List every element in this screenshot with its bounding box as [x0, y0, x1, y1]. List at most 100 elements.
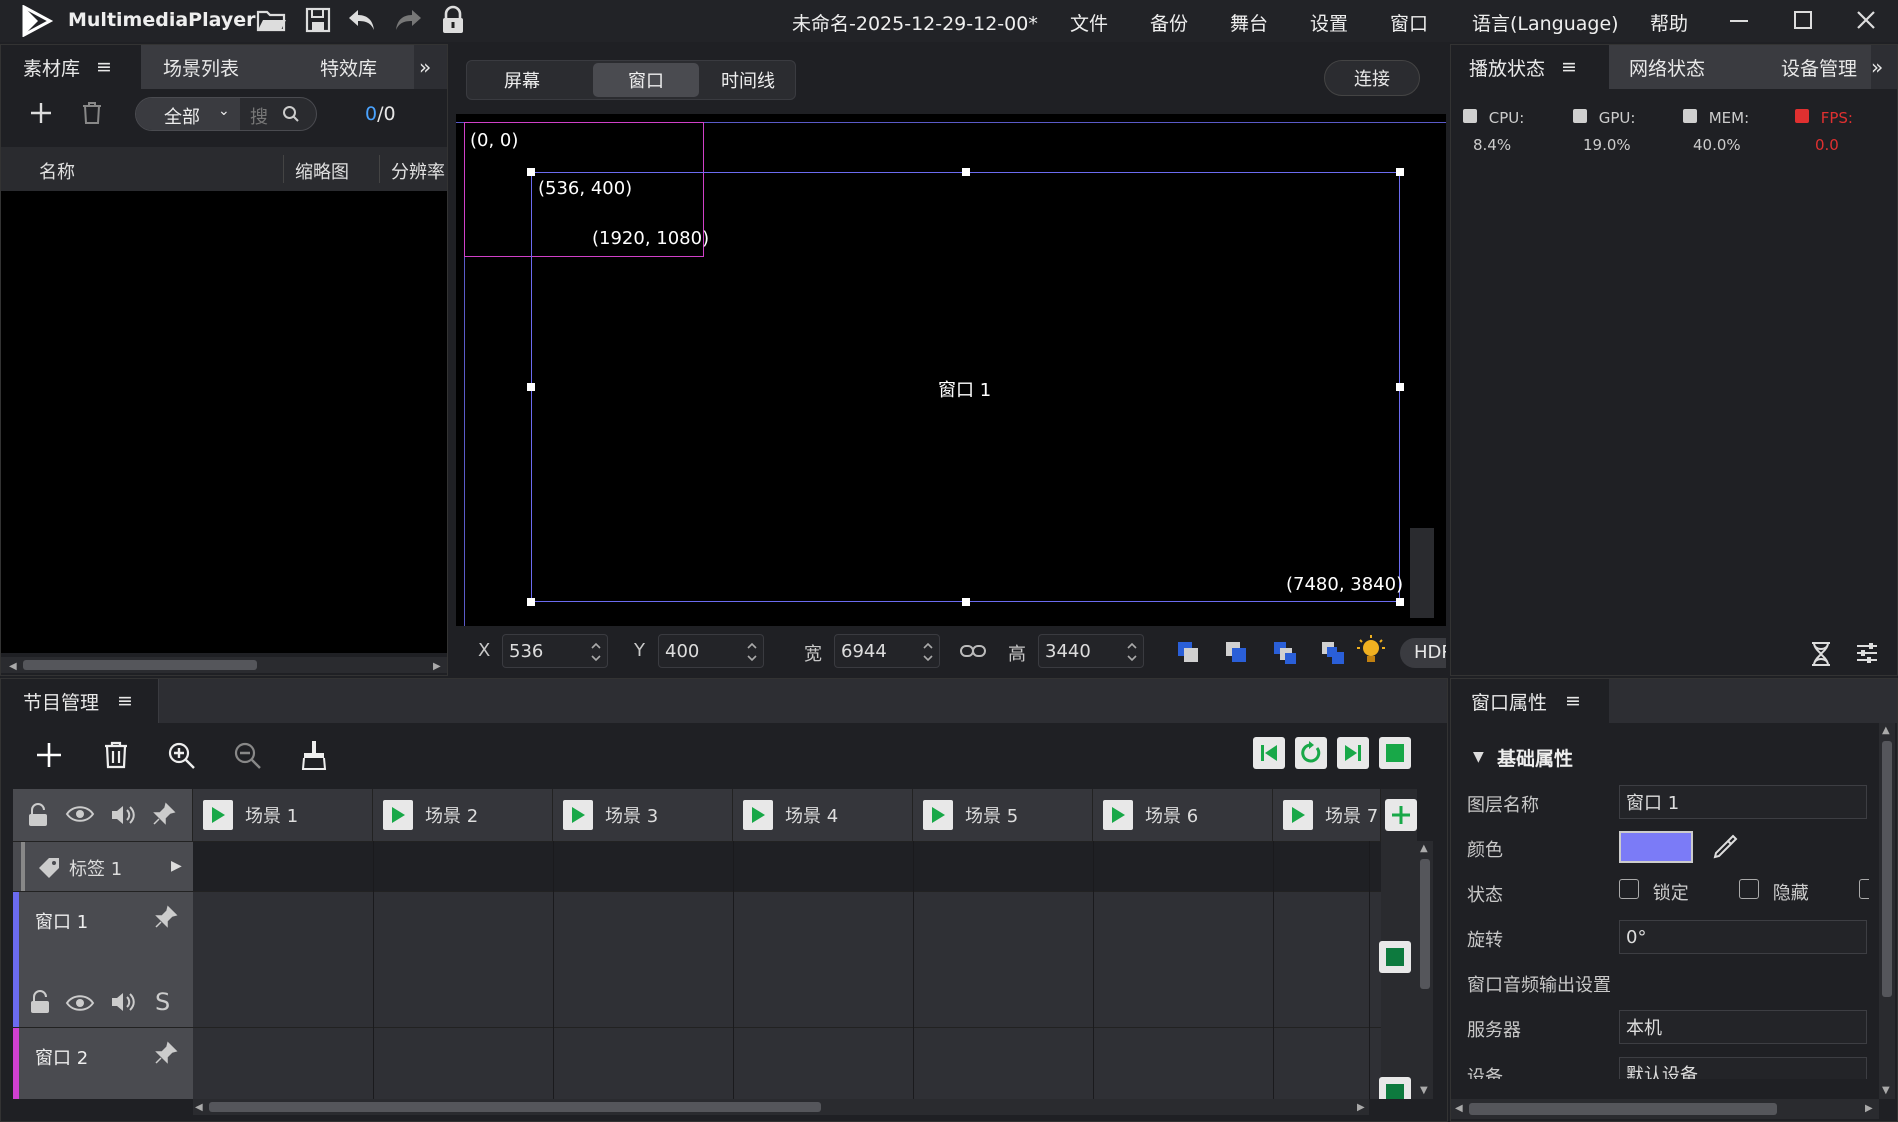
view-tab-timeline[interactable]: 时间线	[703, 63, 793, 97]
zoom-out-icon[interactable]	[233, 741, 263, 771]
hourglass-icon[interactable]	[1809, 641, 1833, 667]
scene-header[interactable]: 场景 4	[733, 789, 913, 841]
layer-name-input[interactable]: 窗口 1	[1619, 785, 1867, 819]
vertical-scrollbar[interactable]: ▲ ▼	[1417, 841, 1433, 1099]
horizontal-scrollbar[interactable]: ◀ ▶	[193, 1099, 1369, 1115]
scroll-left-icon[interactable]: ◀	[1455, 1103, 1463, 1114]
loop-button[interactable]	[1295, 737, 1327, 769]
add-scene-button[interactable]	[1385, 799, 1417, 831]
expand-tabs-icon[interactable]: »	[419, 45, 447, 89]
scene-header[interactable]: 场景 5	[913, 789, 1093, 841]
redo-icon[interactable]	[392, 6, 424, 34]
vertical-scrollbar[interactable]: ▲ ▼	[1879, 723, 1895, 1099]
sliders-icon[interactable]	[1855, 641, 1879, 665]
scroll-right-icon[interactable]: ▶	[1357, 1102, 1365, 1113]
send-to-back-icon[interactable]	[1320, 640, 1346, 666]
scrollbar-thumb[interactable]	[1882, 741, 1892, 997]
resize-handle[interactable]	[962, 598, 970, 606]
x-input[interactable]: 536	[502, 634, 608, 668]
eye-icon[interactable]	[65, 992, 95, 1014]
scroll-down-icon[interactable]: ▼	[1882, 1085, 1890, 1096]
scene-header[interactable]: 场景 7	[1273, 789, 1381, 841]
unlock-icon[interactable]	[29, 990, 51, 1014]
layer-stop-button[interactable]	[1379, 1077, 1411, 1099]
stepper-icon[interactable]	[921, 638, 935, 666]
scroll-down-icon[interactable]: ▼	[1420, 1085, 1428, 1096]
tab-scene-list[interactable]: 场景列表	[141, 45, 284, 89]
tab-window-properties[interactable]: 窗口属性 ≡	[1451, 679, 1609, 723]
y-input[interactable]: 400	[658, 634, 764, 668]
expand-tabs-icon[interactable]: »	[1871, 45, 1897, 89]
scroll-right-icon[interactable]: ▶	[433, 661, 441, 672]
layer-row-header[interactable]: 窗口 2	[13, 1027, 193, 1099]
scrollbar-thumb[interactable]	[1469, 1103, 1777, 1115]
device-select[interactable]: 默认设备	[1619, 1057, 1867, 1079]
scrollbar-thumb[interactable]	[209, 1102, 821, 1112]
checkbox-box[interactable]	[1859, 879, 1869, 899]
save-icon[interactable]	[304, 6, 332, 34]
expand-right-icon[interactable]: ▶	[171, 858, 182, 874]
sync-icon[interactable]: S	[155, 988, 170, 1016]
col-name[interactable]: 名称	[39, 158, 75, 184]
pin-icon[interactable]	[151, 801, 177, 827]
search-icon[interactable]	[282, 105, 300, 123]
stage-canvas[interactable]: (0, 0) (1920, 1080) (536, 400) (7480, 38…	[456, 114, 1446, 626]
play-scene-icon[interactable]	[743, 800, 773, 830]
connect-button[interactable]: 连接	[1324, 60, 1420, 96]
layer-stop-button[interactable]	[1379, 941, 1411, 973]
scene-header[interactable]: 场景 1	[193, 789, 373, 841]
tab-device-management[interactable]: 设备管理	[1747, 45, 1871, 89]
hdr-button[interactable]: HDR	[1400, 638, 1446, 668]
resize-handle[interactable]	[527, 383, 535, 391]
scene-header[interactable]: 场景 3	[553, 789, 733, 841]
eye-icon[interactable]	[65, 803, 95, 825]
scrollbar-thumb[interactable]	[23, 660, 257, 670]
tab-network-status[interactable]: 网络状态	[1609, 45, 1747, 89]
checkbox-box[interactable]	[1619, 879, 1639, 899]
tag-row-header[interactable]: 标签 1 ▶	[13, 841, 193, 892]
checkbox-box[interactable]	[1739, 879, 1759, 899]
pin-icon[interactable]	[153, 904, 179, 930]
col-resolution[interactable]: 分辨率	[391, 158, 445, 184]
scene-header[interactable]: 场景 6	[1093, 789, 1273, 841]
view-tab-screen[interactable]: 屏幕	[469, 63, 575, 97]
resize-handle[interactable]	[1396, 598, 1404, 606]
lock-checkbox[interactable]: 锁定	[1619, 879, 1689, 905]
scroll-up-icon[interactable]: ▲	[1420, 843, 1428, 854]
menu-backup[interactable]: 备份	[1150, 9, 1188, 36]
horizontal-scrollbar[interactable]: ◀ ▶	[1451, 1099, 1879, 1119]
bring-forward-icon[interactable]	[1224, 640, 1248, 664]
scroll-left-icon[interactable]: ◀	[9, 661, 17, 672]
add-layer-icon[interactable]	[35, 741, 63, 769]
minimize-button[interactable]	[1730, 20, 1748, 22]
scroll-left-icon[interactable]: ◀	[195, 1102, 203, 1113]
menu-window[interactable]: 窗口	[1390, 9, 1428, 36]
play-scene-icon[interactable]	[383, 800, 413, 830]
extra-checkbox[interactable]	[1859, 879, 1869, 899]
open-folder-icon[interactable]	[256, 6, 288, 34]
speaker-icon[interactable]	[109, 990, 137, 1014]
undo-icon[interactable]	[346, 6, 378, 34]
color-swatch[interactable]	[1619, 831, 1693, 863]
rotation-input[interactable]: 0°	[1619, 920, 1867, 954]
maximize-button[interactable]	[1794, 11, 1812, 29]
menu-stage[interactable]: 舞台	[1230, 9, 1268, 36]
play-scene-icon[interactable]	[923, 800, 953, 830]
play-scene-icon[interactable]	[1103, 800, 1133, 830]
view-tab-window[interactable]: 窗口	[593, 63, 699, 97]
lock-icon[interactable]	[440, 5, 466, 35]
link-icon[interactable]	[960, 642, 986, 660]
menu-file[interactable]: 文件	[1070, 9, 1108, 36]
stepper-icon[interactable]	[1125, 638, 1139, 666]
hide-checkbox[interactable]: 隐藏	[1739, 879, 1809, 905]
resize-handle[interactable]	[1396, 168, 1404, 176]
menu-help[interactable]: 帮助	[1650, 9, 1688, 36]
tab-asset-library[interactable]: 素材库 ≡	[1, 45, 141, 89]
width-input[interactable]: 6944	[834, 634, 940, 668]
stepper-icon[interactable]	[745, 638, 759, 666]
delete-asset-icon[interactable]	[81, 101, 103, 125]
clean-brush-icon[interactable]	[299, 739, 329, 771]
speaker-icon[interactable]	[109, 803, 137, 827]
tab-program-management[interactable]: 节目管理 ≡	[1, 679, 159, 723]
tab-effects-library[interactable]: 特效库	[284, 45, 414, 89]
